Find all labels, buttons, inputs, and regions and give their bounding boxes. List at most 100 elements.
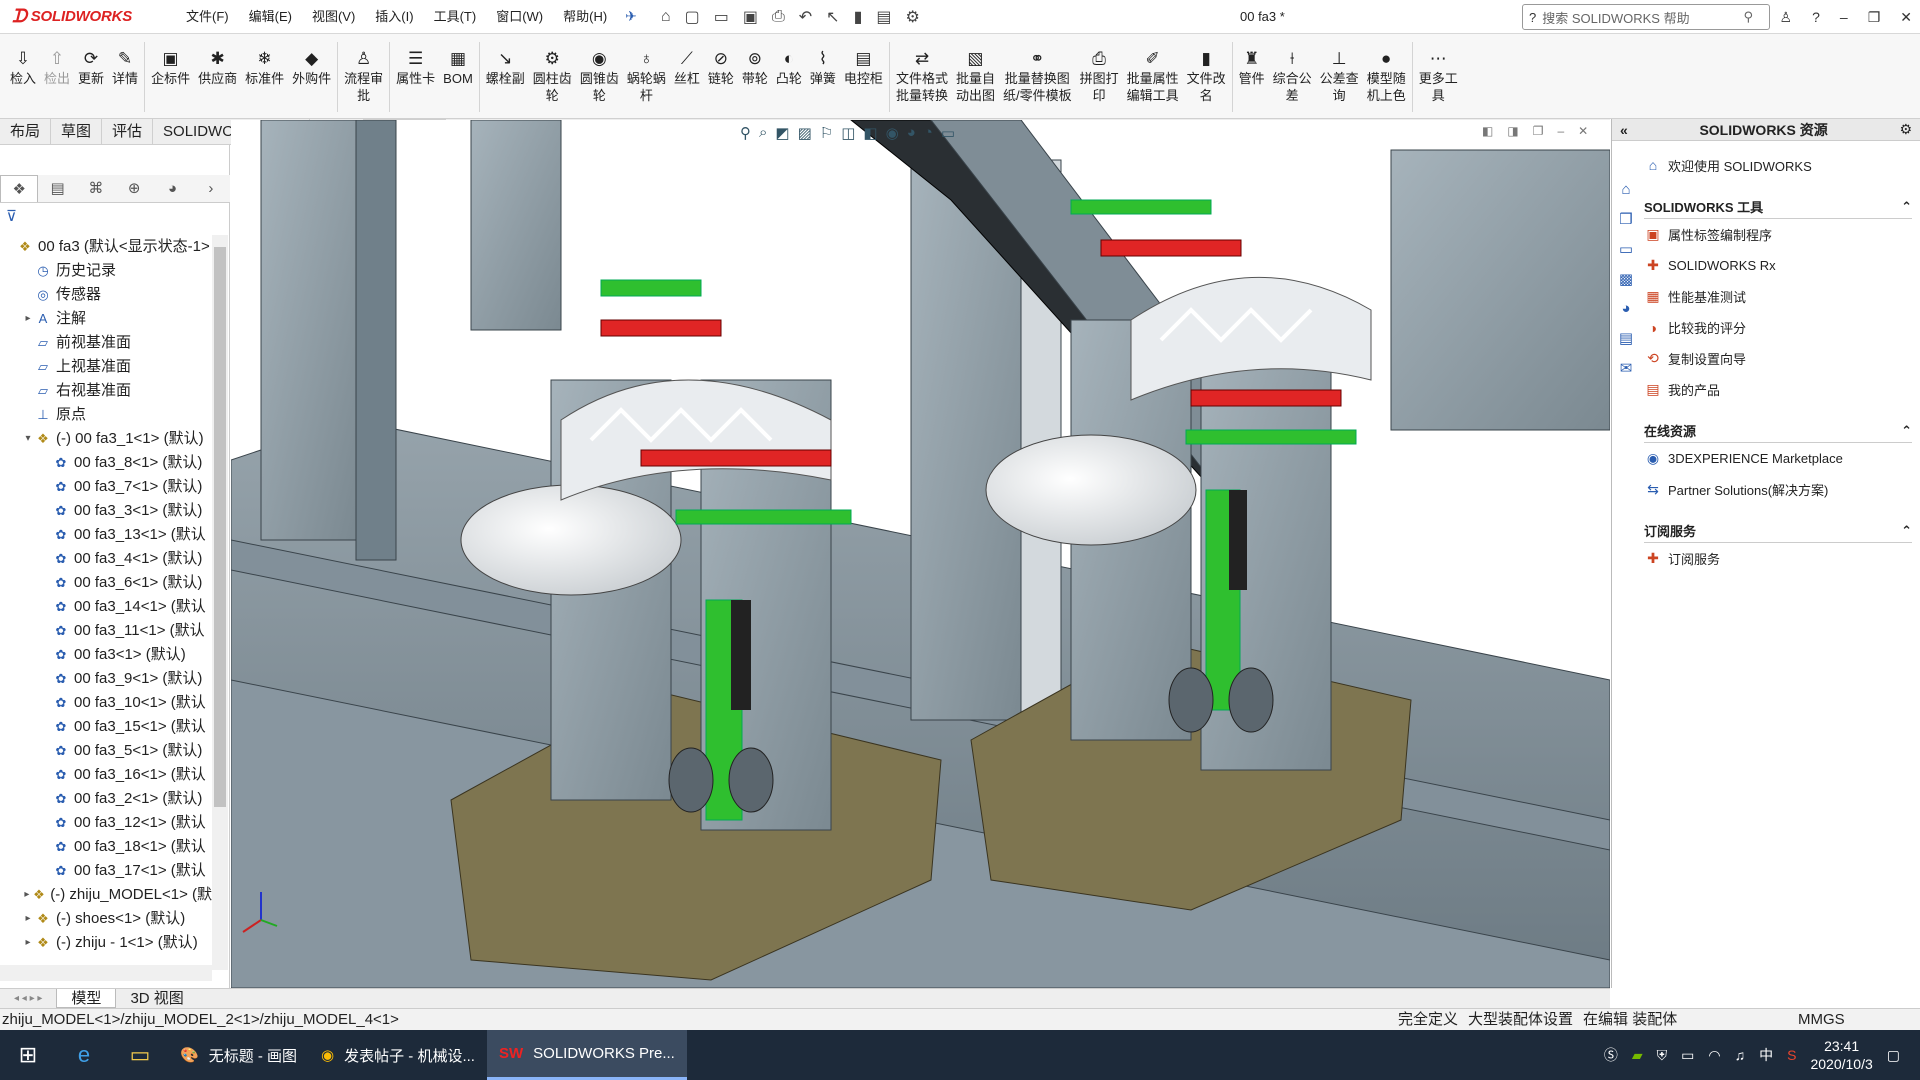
new-file-icon[interactable]: ▢ [685, 7, 700, 27]
ribbon-button[interactable]: ▮ 文件改 名 [1183, 34, 1230, 104]
tree-node[interactable]: ⊥ 原点 [0, 403, 212, 427]
ribbon-button[interactable]: ⎙ 拼图打 印 [1076, 34, 1123, 104]
previous-view-icon[interactable]: ◩ [775, 124, 789, 142]
resource-link[interactable]: ⇆ Partner Solutions(解决方案) [1644, 474, 1912, 505]
tree-node[interactable]: ✿ 00 fa3_18<1> (默认 [0, 835, 212, 859]
clock[interactable]: 23:41 2020/10/3 [1810, 1037, 1872, 1073]
tray-battery-icon[interactable]: ▭ [1681, 1047, 1694, 1064]
appearances-icon[interactable]: ◕ [1621, 300, 1630, 317]
expand-toggle[interactable]: ▸ [22, 907, 34, 931]
help-search-input[interactable]: ? 搜索 SOLIDWORKS 帮助 ⚲ [1522, 4, 1770, 30]
viewport-minimize-icon[interactable]: – [1557, 124, 1564, 138]
menu-item[interactable]: 插入(I) [365, 0, 423, 34]
configuration-manager-tab-icon[interactable]: ⌘ [77, 175, 115, 202]
menu-item[interactable]: 编辑(E) [239, 0, 302, 34]
tree-node[interactable]: ✿ 00 fa3_9<1> (默认) [0, 667, 212, 691]
tray-nvidia-icon[interactable]: ▰ [1632, 1047, 1643, 1064]
tree-node[interactable]: ▱ 右视基准面 [0, 379, 212, 403]
tree-node[interactable]: ✿ 00 fa3_13<1> (默认 [0, 523, 212, 547]
resource-link[interactable]: ◉ 3DEXPERIENCE Marketplace [1644, 443, 1912, 474]
expand-toggle[interactable]: ▸ [22, 931, 34, 955]
ribbon-button[interactable]: ⇧ 检出 [40, 34, 74, 87]
ribbon-button[interactable]: ▦ BOM [439, 34, 477, 87]
ribbon-button[interactable]: ✐ 批量属性 编辑工具 [1123, 34, 1183, 104]
resource-link[interactable]: ▣ 属性标签编制程序 [1644, 219, 1912, 250]
tab-2[interactable]: 评估 [102, 119, 154, 144]
filter-icon[interactable]: ⊽ [6, 207, 17, 225]
edit-appearance-icon[interactable]: ◕ [907, 124, 916, 142]
viewport-prev-icon[interactable]: ◧ [1482, 124, 1493, 138]
tree-node[interactable]: ▱ 前视基准面 [0, 331, 212, 355]
tree-node[interactable]: ✿ 00 fa3_15<1> (默认 [0, 715, 212, 739]
ribbon-button[interactable]: ❄ 标准件 [241, 34, 288, 87]
ribbon-button[interactable]: ☰ 属性卡 [392, 34, 439, 87]
chevron-up-icon[interactable]: ⌃ [1901, 199, 1912, 215]
windows-start-icon[interactable]: ⊞ [0, 1042, 56, 1068]
hide-show-items-icon[interactable]: ◉ [886, 124, 899, 142]
resource-section-header[interactable]: 在线资源 ⌃ [1644, 419, 1912, 443]
tree-node[interactable]: ✿ 00 fa3_12<1> (默认 [0, 811, 212, 835]
zoom-area-icon[interactable]: ⌕ [759, 124, 767, 142]
unit-system[interactable]: MMGS [1798, 1009, 1845, 1031]
taskbar-task[interactable]: SW SOLIDWORKS Pre... [486, 1030, 687, 1080]
ribbon-button[interactable]: ↘ 螺栓副 [482, 34, 529, 87]
menu-item[interactable]: 工具(T) [424, 0, 487, 34]
menu-item[interactable]: 视图(V) [302, 0, 365, 34]
save-icon[interactable]: ▣ [743, 7, 758, 27]
tree-node[interactable]: ▱ 上视基准面 [0, 355, 212, 379]
ribbon-button[interactable]: ◉ 圆锥齿 轮 [576, 34, 623, 104]
ribbon-button[interactable]: ⟳ 更新 [74, 34, 108, 87]
ribbon-button[interactable]: ⚭ 批量替换图 纸/零件模板 [999, 34, 1076, 104]
graphics-area[interactable] [231, 120, 1610, 988]
restore-button[interactable]: ❐ [1868, 0, 1881, 34]
minimize-button[interactable]: – [1840, 0, 1848, 34]
tree-node[interactable]: ✿ 00 fa3_17<1> (默认 [0, 859, 212, 883]
tree-node[interactable]: ◷ 历史记录 [0, 259, 212, 283]
tray-volume-icon[interactable]: ♫ [1735, 1047, 1746, 1063]
apply-scene-icon[interactable]: ◔ [924, 124, 933, 142]
home-icon[interactable]: ⌂ [661, 8, 671, 26]
tree-node[interactable]: ◎ 传感器 [0, 283, 212, 307]
undo-icon[interactable]: ↶ [799, 7, 812, 27]
rebuild-icon[interactable]: ▮ [854, 7, 863, 27]
ribbon-button[interactable]: ⇩ 检入 [6, 34, 40, 87]
ribbon-button[interactable]: ⊥ 公差查 询 [1316, 34, 1363, 104]
ribbon-button[interactable]: ◐ 凸轮 [772, 34, 806, 87]
tray-s-icon[interactable]: Ⓢ [1604, 1045, 1618, 1065]
ribbon-button[interactable]: ♙ 流程审 批 [340, 34, 387, 104]
select-icon[interactable]: ↖ [826, 7, 839, 27]
tray-network-icon[interactable]: ◠ [1708, 1047, 1720, 1064]
tree-node[interactable]: ✿ 00 fa3_16<1> (默认 [0, 763, 212, 787]
chevron-up-icon[interactable]: ⌃ [1901, 423, 1912, 439]
chevron-right-icon[interactable]: › [192, 175, 230, 202]
resource-link[interactable]: ◑ 比较我的评分 [1644, 312, 1912, 343]
viewport-restore-icon[interactable]: ❐ [1533, 124, 1544, 138]
tree-node[interactable]: ✿ 00 fa3_6<1> (默认) [0, 571, 212, 595]
ribbon-button[interactable]: ⊚ 带轮 [738, 34, 772, 87]
design-library-icon[interactable]: ❒ [1619, 210, 1632, 228]
ribbon-button[interactable]: ▣ 企标件 [147, 34, 194, 87]
ribbon-button[interactable]: ⟋ 丝杠 [670, 34, 704, 87]
bottom-tab[interactable]: 3D 视图 [116, 989, 197, 1008]
tree-node[interactable]: ▾ ❖ (-) 00 fa3_1<1> (默认) [0, 427, 212, 451]
large-assembly-setting[interactable]: 大型装配体设置 [1468, 1009, 1573, 1031]
resource-link[interactable]: ▦ 性能基准测试 [1644, 281, 1912, 312]
custom-properties-icon[interactable]: ▤ [1619, 329, 1633, 347]
ribbon-button[interactable]: ⟊ 综合公 差 [1269, 34, 1316, 104]
view-settings-icon[interactable]: ▭ [941, 124, 955, 142]
collapse-pane-icon[interactable]: « [1620, 122, 1628, 138]
tree-node[interactable]: ✿ 00 fa3<1> (默认) [0, 643, 212, 667]
file-explorer-icon[interactable]: ▭ [112, 1042, 168, 1068]
tree-node[interactable]: ✿ 00 fa3_3<1> (默认) [0, 499, 212, 523]
resource-section-header[interactable]: 订阅服务 ⌃ [1644, 519, 1912, 543]
chevron-up-icon[interactable]: ⌃ [1901, 523, 1912, 539]
resource-link[interactable]: ⟲ 复制设置向导 [1644, 343, 1912, 374]
resource-section-header[interactable]: SOLIDWORKS 工具 ⌃ [1644, 195, 1912, 219]
bottom-tab[interactable]: 模型 [56, 989, 117, 1008]
user-icon[interactable]: ♙ [1780, 0, 1793, 34]
notification-icon[interactable]: ▢ [1887, 1047, 1900, 1064]
welcome-link[interactable]: ⌂ 欢迎使用 SOLIDWORKS [1644, 149, 1912, 181]
resources-home-icon[interactable]: ⌂ [1621, 181, 1630, 198]
taskbar-task[interactable]: ◉ 发表帖子 - 机械设... [309, 1030, 487, 1080]
tab-1[interactable]: 草图 [51, 119, 103, 144]
